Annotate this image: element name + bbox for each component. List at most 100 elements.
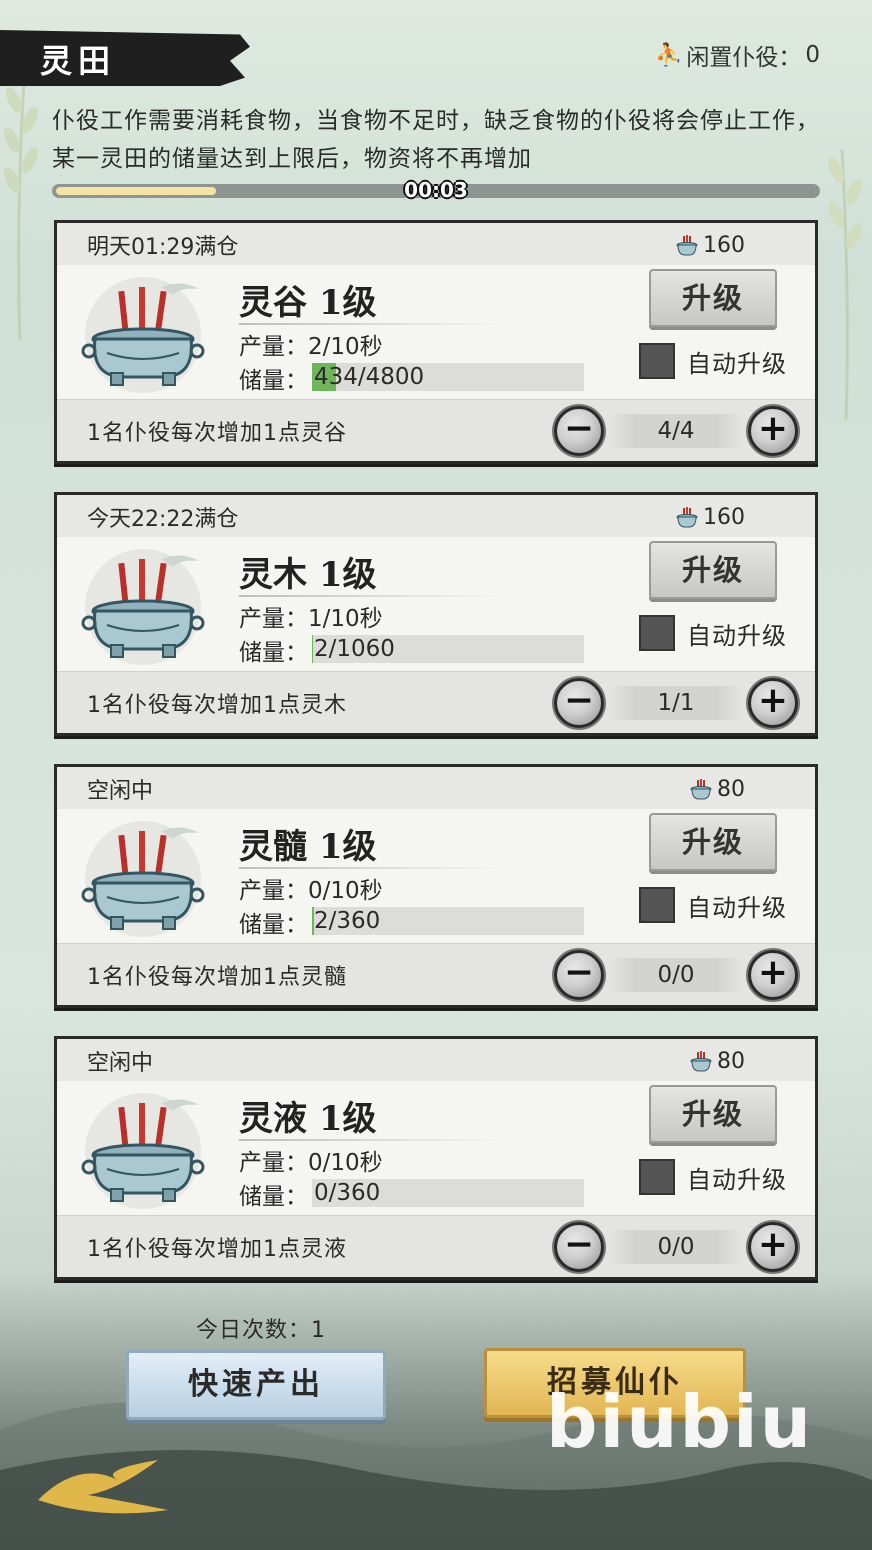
worker-hint: 1名仆役每次增加1点灵髓 <box>87 965 347 990</box>
increase-worker-button[interactable]: + <box>748 678 798 728</box>
production-rate: 产量：0/10秒 <box>239 1143 383 1177</box>
divider <box>239 595 501 597</box>
incense-icon <box>689 1050 713 1073</box>
upgrade-cost: 160 <box>675 505 745 530</box>
censer-icon <box>81 1089 211 1209</box>
production-label: 产量： <box>239 606 308 632</box>
production-value: 0/10秒 <box>308 1150 383 1176</box>
production-label: 产量： <box>239 1150 308 1176</box>
description-text: 仆役工作需要消耗食物，当食物不足时，缺乏食物的仆役将会停止工作，某一灵田的储量达… <box>52 108 820 172</box>
field-name: 灵谷 1级 <box>239 283 377 323</box>
censer-icon <box>81 273 211 393</box>
upgrade-cost: 80 <box>689 777 745 802</box>
increase-worker-button[interactable]: + <box>748 1222 798 1272</box>
upgrade-cost: 80 <box>689 1049 745 1074</box>
production-label: 产量： <box>239 334 308 360</box>
upgrade-cost-value: 160 <box>703 233 745 258</box>
decrease-worker-button[interactable]: − <box>554 406 604 456</box>
decrease-worker-button[interactable]: − <box>554 678 604 728</box>
auto-upgrade-checkbox[interactable] <box>639 615 675 651</box>
upgrade-button[interactable]: 升级 <box>649 541 777 599</box>
idle-count: 0 <box>805 42 820 68</box>
auto-upgrade-checkbox[interactable] <box>639 1159 675 1195</box>
decrease-worker-button[interactable]: − <box>554 950 604 1000</box>
storage-value: 2/1060 <box>314 636 395 662</box>
storage-bar: 434/4800 <box>312 363 584 391</box>
upgrade-button[interactable]: 升级 <box>649 269 777 327</box>
divider <box>239 323 501 325</box>
field-card: 今天22:22满仓 160 灵木 1级 产量：1/10秒 储量： 2/1060 … <box>54 492 818 736</box>
worker-count: 1/1 <box>609 686 743 720</box>
incense-icon <box>689 778 713 801</box>
auto-upgrade-toggle[interactable]: 自动升级 <box>639 887 787 923</box>
field-name: 灵木 1级 <box>239 555 377 595</box>
field-card: 空闲中 80 灵髓 1级 产量：0/10秒 储量： 2/360 升级 自动升级 <box>54 764 818 1008</box>
incense-icon <box>675 506 699 529</box>
production-rate: 产量：2/10秒 <box>239 327 383 361</box>
worker-count: 0/0 <box>609 1230 743 1264</box>
production-value: 0/10秒 <box>308 878 383 904</box>
production-rate: 产量：0/10秒 <box>239 871 383 905</box>
field-card: 明天01:29满仓 160 灵谷 1级 产量：2/10秒 储量： 434/480… <box>54 220 818 464</box>
production-value: 2/10秒 <box>308 334 383 360</box>
worker-count: 0/0 <box>609 958 743 992</box>
storage-value: 2/360 <box>314 908 381 934</box>
auto-upgrade-checkbox[interactable] <box>639 343 675 379</box>
auto-upgrade-toggle[interactable]: 自动升级 <box>639 1159 787 1195</box>
worker-hint: 1名仆役每次增加1点灵液 <box>87 1237 347 1262</box>
production-label: 产量： <box>239 878 308 904</box>
storage-fill <box>312 635 313 663</box>
censer-icon <box>81 545 211 665</box>
field-name: 灵液 1级 <box>239 1099 377 1139</box>
field-status: 明天01:29满仓 <box>87 235 239 260</box>
servant-icon: ⛹ <box>654 42 683 68</box>
upgrade-button[interactable]: 升级 <box>649 1085 777 1143</box>
auto-upgrade-checkbox[interactable] <box>639 887 675 923</box>
auto-upgrade-label: 自动升级 <box>687 893 787 922</box>
flame-decoration <box>38 1460 168 1514</box>
divider <box>239 867 501 869</box>
storage-value: 434/4800 <box>314 364 425 390</box>
upgrade-cost: 160 <box>675 233 745 258</box>
storage-label: 储量： <box>239 1184 308 1210</box>
decrease-worker-button[interactable]: − <box>554 1222 604 1272</box>
worker-row: 1名仆役每次增加1点灵液 − 0/0 + <box>57 1215 815 1277</box>
worker-row: 1名仆役每次增加1点灵谷 − 4/4 + <box>57 399 815 461</box>
today-count: 今日次数：1 <box>196 1318 326 1343</box>
auto-upgrade-toggle[interactable]: 自动升级 <box>639 615 787 651</box>
storage-bar: 0/360 <box>312 1179 584 1207</box>
upgrade-cost-value: 80 <box>717 1049 745 1074</box>
auto-upgrade-label: 自动升级 <box>687 1165 787 1194</box>
field-status: 今天22:22满仓 <box>87 507 239 532</box>
quick-produce-button[interactable]: 快速产出 <box>126 1350 386 1420</box>
storage-bar: 2/1060 <box>312 635 584 663</box>
storage-value: 0/360 <box>314 1180 381 1206</box>
timer-text: 00:03 <box>404 178 468 202</box>
field-card: 空闲中 80 灵液 1级 产量：0/10秒 储量： 0/360 升级 自动升级 <box>54 1036 818 1280</box>
worker-hint: 1名仆役每次增加1点灵谷 <box>87 421 347 446</box>
upgrade-cost-value: 80 <box>717 777 745 802</box>
increase-worker-button[interactable]: + <box>748 950 798 1000</box>
page-title: 灵田 <box>40 42 117 80</box>
field-status: 空闲中 <box>87 779 154 804</box>
idle-servants: ⛹ 闲置仆役： 0 <box>655 38 820 72</box>
upgrade-button[interactable]: 升级 <box>649 813 777 871</box>
field-status: 空闲中 <box>87 1051 154 1076</box>
increase-worker-button[interactable]: + <box>748 406 798 456</box>
title-ribbon <box>0 30 250 86</box>
production-rate: 产量：1/10秒 <box>239 599 383 633</box>
censer-icon <box>81 817 211 937</box>
upgrade-cost-value: 160 <box>703 505 745 530</box>
worker-hint: 1名仆役每次增加1点灵木 <box>87 693 347 718</box>
worker-count: 4/4 <box>609 414 743 448</box>
field-name: 灵髓 1级 <box>239 827 377 867</box>
watermark-logo: biubiu <box>546 1380 813 1464</box>
divider <box>239 1139 501 1141</box>
incense-icon <box>675 234 699 257</box>
worker-row: 1名仆役每次增加1点灵木 − 1/1 + <box>57 671 815 733</box>
storage-bar: 2/360 <box>312 907 584 935</box>
auto-upgrade-toggle[interactable]: 自动升级 <box>639 343 787 379</box>
storage-label: 储量： <box>239 640 308 666</box>
idle-label: 闲置仆役： <box>686 45 802 71</box>
worker-row: 1名仆役每次增加1点灵髓 − 0/0 + <box>57 943 815 1005</box>
